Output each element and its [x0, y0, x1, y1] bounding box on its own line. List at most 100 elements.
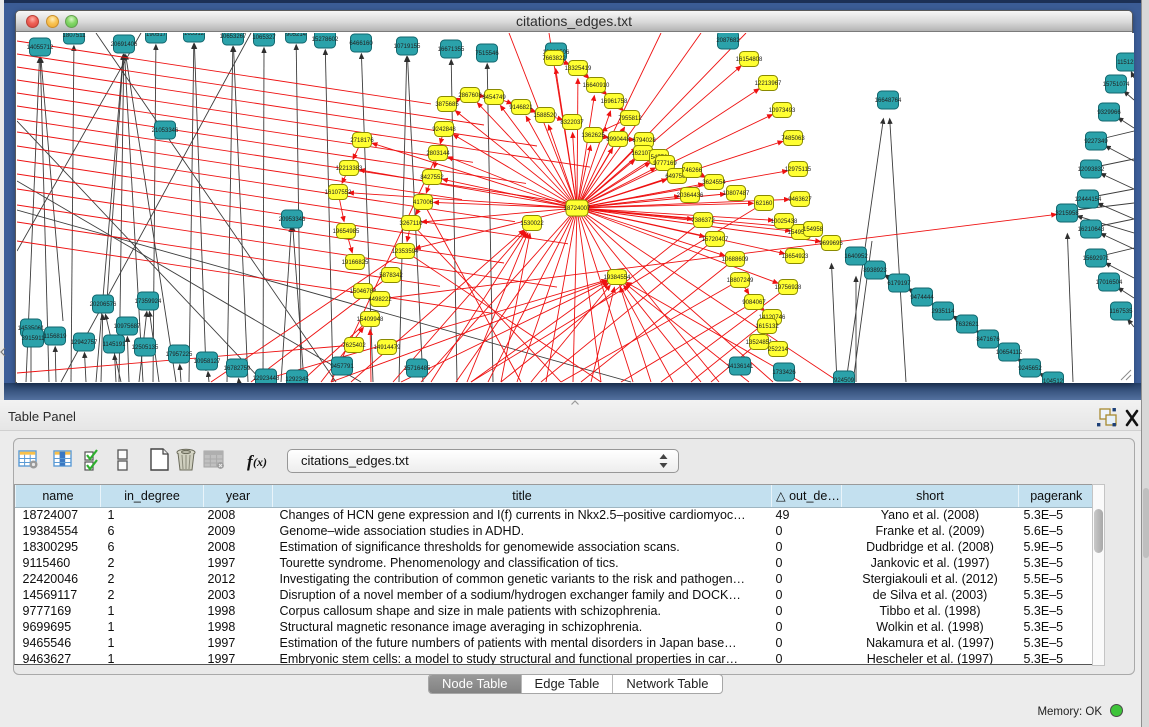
svg-text:252214: 252214: [768, 347, 789, 353]
svg-text:14136141: 14136141: [727, 364, 754, 370]
svg-text:9474444: 9474444: [910, 295, 934, 301]
svg-text:15278602: 15278602: [312, 37, 339, 43]
svg-text:3215958: 3215958: [1055, 211, 1079, 217]
svg-text:9227349: 9227349: [1084, 139, 1108, 145]
svg-text:20206576: 20206576: [90, 302, 117, 308]
svg-text:12923448: 12923448: [253, 376, 280, 382]
svg-text:20364436: 20364436: [677, 193, 704, 199]
svg-text:3875685: 3875685: [435, 102, 459, 108]
svg-text:10719155: 10719155: [394, 44, 421, 50]
svg-text:8938923: 8938923: [863, 268, 887, 274]
svg-text:16648764: 16648764: [875, 98, 902, 104]
svg-text:905214: 905214: [286, 33, 307, 38]
svg-text:1065327: 1065327: [252, 35, 276, 41]
svg-text:1807511: 1807511: [63, 33, 87, 39]
svg-text:12444154: 12444154: [1075, 197, 1102, 203]
svg-text:15409948: 15409948: [357, 317, 384, 323]
svg-text:13654923: 13654923: [782, 254, 809, 260]
svg-text:12975115: 12975115: [785, 167, 812, 173]
svg-text:7515546: 7515546: [475, 51, 499, 57]
svg-text:746266: 746266: [682, 168, 703, 174]
svg-text:2803144: 2803144: [426, 151, 450, 157]
svg-text:1733426: 1733426: [772, 370, 796, 376]
svg-text:9777169: 9777169: [653, 161, 677, 167]
svg-text:15720407: 15720407: [702, 237, 729, 243]
svg-text:1167535: 1167535: [1110, 309, 1134, 315]
svg-text:20691406: 20691406: [111, 42, 138, 48]
svg-text:9146821: 9146821: [509, 105, 533, 111]
svg-text:18724007: 18724007: [564, 206, 591, 212]
svg-text:2935114: 2935114: [932, 309, 956, 315]
svg-text:19654985: 19654985: [333, 229, 360, 235]
svg-text:1292345: 1292345: [285, 377, 309, 383]
svg-text:3915911: 3915911: [22, 336, 46, 342]
svg-text:12213383: 12213383: [336, 166, 363, 172]
svg-text:1588520: 1588520: [533, 113, 557, 119]
svg-text:7632621: 7632621: [955, 322, 979, 328]
svg-text:(x): (x): [253, 455, 267, 469]
svg-text:12353594: 12353594: [392, 249, 419, 255]
svg-text:10973493: 10973493: [769, 108, 796, 114]
svg-text:2087682: 2087682: [716, 38, 740, 44]
svg-text:7955812: 7955812: [618, 116, 642, 122]
svg-text:9242848: 9242848: [432, 127, 456, 133]
svg-text:924509: 924509: [834, 378, 855, 383]
svg-text:6466160: 6466160: [349, 41, 373, 47]
svg-text:7485063: 7485063: [781, 136, 805, 142]
svg-text:6179197: 6179197: [887, 281, 911, 287]
svg-text:2718176: 2718176: [350, 138, 374, 144]
svg-text:9245652: 9245652: [1018, 366, 1042, 372]
svg-text:1156819: 1156819: [44, 334, 68, 340]
svg-text:10025438: 10025438: [771, 219, 798, 225]
svg-text:10653267: 10653267: [220, 34, 247, 40]
svg-text:8427552: 8427552: [420, 175, 444, 181]
svg-text:104512: 104512: [1043, 379, 1064, 383]
svg-text:8990448: 8990448: [606, 137, 630, 143]
svg-text:10654112: 10654112: [996, 350, 1023, 356]
svg-text:15751074: 15751074: [1103, 82, 1130, 88]
svg-text:9084067: 9084067: [742, 300, 766, 306]
svg-text:20953346: 20953346: [279, 217, 306, 223]
svg-text:10688609: 10688609: [722, 257, 749, 263]
svg-text:417006: 417006: [413, 200, 434, 206]
svg-text:16782759: 16782759: [224, 366, 251, 372]
svg-text:8322037: 8322037: [560, 120, 584, 126]
svg-text:1530022: 1530022: [520, 221, 544, 227]
svg-text:9463627: 9463627: [788, 197, 812, 203]
svg-text:1615132: 1615132: [755, 324, 779, 330]
svg-text:1145191: 1145191: [103, 342, 127, 348]
svg-text:7625402: 7625402: [342, 343, 366, 349]
svg-text:9699695: 9699695: [819, 241, 843, 247]
svg-text:16210643: 16210643: [1078, 227, 1105, 233]
svg-text:13325419: 13325419: [565, 66, 592, 72]
svg-text:15716485: 15716485: [404, 366, 431, 372]
svg-text:15692971: 15692971: [1083, 256, 1110, 262]
svg-text:8471676: 8471676: [976, 337, 1000, 343]
svg-text:5878342: 5878342: [379, 273, 403, 279]
svg-text:165312: 165312: [184, 33, 205, 37]
svg-text:115123: 115123: [1117, 60, 1134, 66]
svg-text:10807487: 10807487: [723, 191, 750, 197]
svg-text:12213967: 12213967: [755, 81, 782, 87]
svg-text:19166825: 19166825: [342, 260, 369, 266]
svg-text:9457791: 9457791: [330, 364, 354, 370]
svg-text:16671355: 16671355: [438, 47, 465, 53]
svg-text:16107552: 16107552: [325, 190, 352, 196]
svg-text:12942757: 12942757: [71, 340, 98, 346]
svg-text:12093832: 12093832: [1078, 167, 1105, 173]
svg-text:4498222: 4498222: [368, 297, 392, 303]
svg-text:7663822: 7663822: [542, 56, 566, 62]
svg-text:18807249: 18807249: [727, 278, 754, 284]
svg-text:9329966: 9329966: [1097, 110, 1121, 116]
svg-text:12505135: 12505135: [132, 345, 159, 351]
svg-text:10958127: 10958127: [194, 359, 221, 365]
svg-text:7386372: 7386372: [691, 218, 715, 224]
svg-text:16640910: 16640910: [583, 83, 610, 89]
svg-text:10975687: 10975687: [114, 324, 141, 330]
svg-text:14914479: 14914479: [374, 345, 401, 351]
svg-text:17016504: 17016504: [1096, 280, 1123, 286]
svg-text:19384554: 19384554: [604, 275, 631, 281]
svg-text:16154808: 16154808: [736, 57, 763, 63]
svg-text:154958: 154958: [803, 227, 824, 233]
svg-text:19756928: 19756928: [775, 285, 802, 291]
